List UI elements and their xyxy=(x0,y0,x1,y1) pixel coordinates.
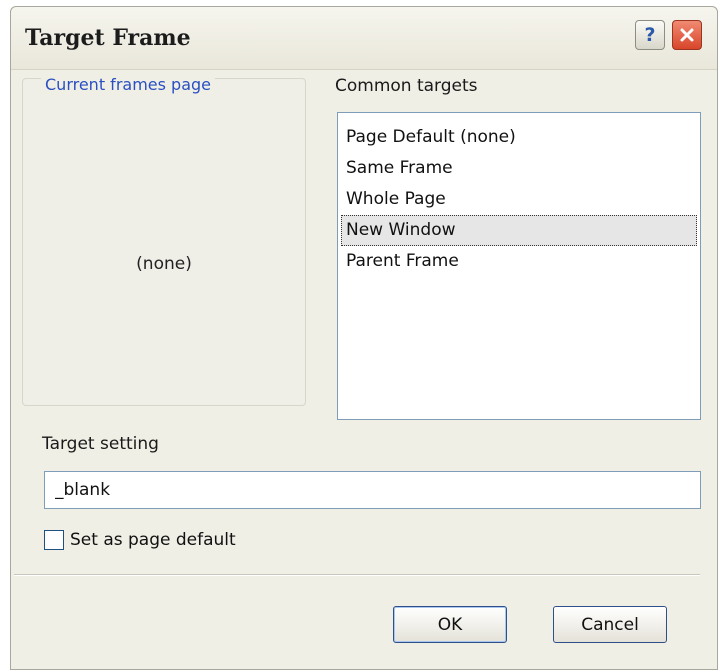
close-icon xyxy=(680,28,694,42)
target-list-item[interactable]: Same Frame xyxy=(341,153,697,184)
button-divider xyxy=(14,574,700,576)
target-setting-label: Target setting xyxy=(42,434,159,454)
current-frames-page-legend: Current frames page xyxy=(41,75,216,94)
page-default-checkbox-row[interactable]: Set as page default xyxy=(44,527,236,553)
help-icon: ? xyxy=(644,24,656,46)
title-bar[interactable]: Target Frame ? xyxy=(11,7,717,70)
target-list-item[interactable]: Whole Page xyxy=(341,184,697,215)
help-button[interactable]: ? xyxy=(635,20,665,50)
target-list-item[interactable]: Parent Frame xyxy=(341,246,697,277)
dialog-title: Target Frame xyxy=(25,25,191,51)
close-button[interactable] xyxy=(672,20,702,50)
common-targets-list[interactable]: Page Default (none) Same Frame Whole Page N… xyxy=(337,112,701,420)
target-list-item[interactable]: New Window xyxy=(341,215,697,246)
cancel-button[interactable]: Cancel xyxy=(553,606,667,643)
target-list-item[interactable]: Page Default (none) xyxy=(341,122,697,153)
current-frames-page-group xyxy=(22,78,306,406)
page-default-label[interactable]: Set as page default xyxy=(70,530,236,550)
target-setting-input[interactable] xyxy=(44,471,701,509)
ok-button[interactable]: OK xyxy=(393,606,507,643)
current-frames-page-value: (none) xyxy=(136,254,192,274)
common-targets-label: Common targets xyxy=(335,76,478,96)
page-default-checkbox[interactable] xyxy=(44,530,64,550)
